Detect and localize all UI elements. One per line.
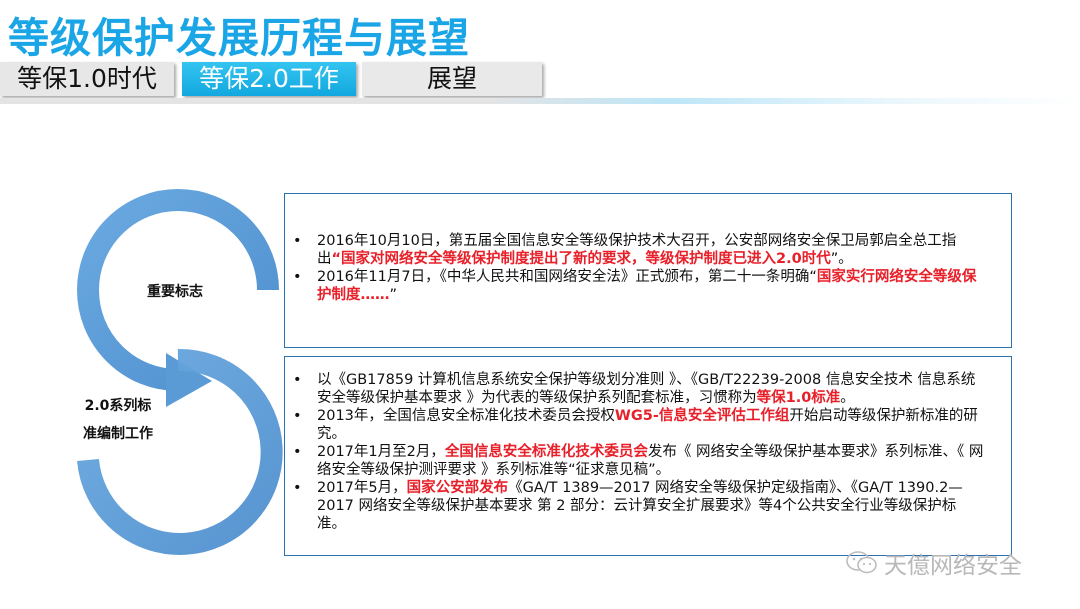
list-item: • 以《GB17859 计算机信息系统安全保护等级划分准则 》、《GB/T222… (293, 371, 985, 407)
tab-outlook[interactable]: 展望 (362, 62, 542, 96)
bullet: • (293, 480, 302, 496)
item-text: 2017年1月至2月， (317, 444, 445, 460)
item-text-end: ”。 (830, 251, 853, 267)
item-highlight: “国家对网络安全等级保护制度提出了新的要求，等级保护制度已进入2.0时代 (331, 251, 831, 267)
standards-work-box: • 以《GB17859 计算机信息系统安全保护等级划分准则 》、《GB/T222… (284, 356, 1012, 556)
header-divider (0, 98, 1080, 104)
list-item: • 2016年11月7日，《中华人民共和国网络安全法》正式颁布，第二十一条明确“… (293, 268, 985, 304)
bullet: • (293, 408, 302, 424)
list-item: • 2013年，全国信息安全标准化技术委员会授权WG5-信息安全评估工作组开始启… (293, 407, 985, 443)
item-highlight: 全国信息安全标准化技术委员会 (444, 444, 648, 460)
watermark-text: 天億网络安全 (884, 553, 1022, 579)
tab-dengbao-2[interactable]: 等保2.0工作 (182, 62, 356, 96)
item-highlight: 国家公安部发布 (406, 480, 509, 496)
item-text: 2017年5月， (317, 480, 407, 496)
cycle-arrows-diagram (77, 189, 283, 555)
label-2-0-standards: 2.0系列标 准编制工作 (58, 392, 178, 448)
bullet: • (293, 372, 302, 388)
slide-title: 等级保护发展历程与展望 (8, 14, 470, 62)
item-highlight: 等保1.0标准 (756, 390, 841, 406)
label-2-0-standards-line1: 2.0系列标 (84, 398, 152, 414)
list-item: • 2017年5月，国家公安部发布《GA/T 1389—2017 网络安全等级保… (293, 479, 985, 533)
bullet: • (293, 233, 302, 249)
item-text-end: 。 (840, 390, 855, 406)
watermark: 天億网络安全 (846, 548, 1022, 579)
item-text: 2013年，全国信息安全标准化技术委员会授权 (317, 408, 615, 424)
bullet: • (293, 269, 302, 285)
bullet: • (293, 444, 302, 460)
item-highlight: WG5-信息安全评估工作组 (614, 408, 790, 424)
item-text: 以《GB17859 计算机信息系统安全保护等级划分准则 》、《GB/T22239… (317, 372, 976, 406)
list-item: • 2017年1月至2月，全国信息安全标准化技术委员会发布《 网络安全等级保护基… (293, 443, 985, 479)
wechat-icon (846, 551, 877, 574)
label-2-0-standards-line2: 准编制工作 (83, 426, 153, 442)
label-important-milestone: 重要标志 (147, 284, 203, 300)
list-item: • 2016年10月10日，第五届全国信息安全等级保护技术大召开，公安部网络安全… (293, 232, 985, 268)
item-text: 2016年11月7日，《中华人民共和国网络安全法》正式颁布，第二十一条明确“ (317, 269, 817, 285)
milestones-box: • 2016年10月10日，第五届全国信息安全等级保护技术大召开，公安部网络安全… (284, 193, 1012, 348)
tab-dengbao-1[interactable]: 等保1.0时代 (0, 62, 174, 96)
item-text-end: ” (389, 287, 398, 303)
